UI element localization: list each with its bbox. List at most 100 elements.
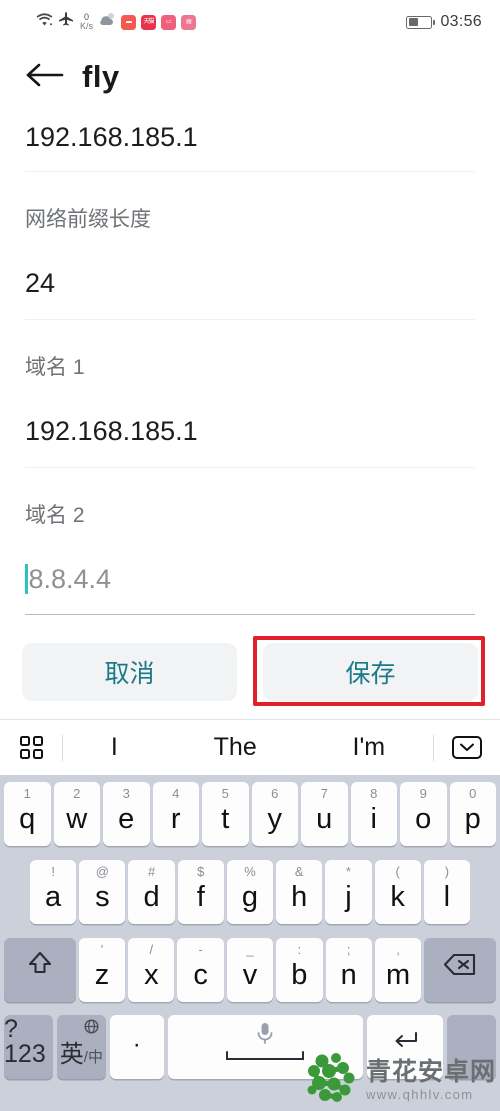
form-field-prefix-length[interactable]: 网络前缀长度 24 <box>0 172 500 297</box>
key-u[interactable]: 7u <box>301 782 348 846</box>
key-h[interactable]: & h <box>276 860 323 924</box>
prefix-length-value[interactable]: 24 <box>25 270 475 297</box>
key-o[interactable]: 9o <box>400 782 447 846</box>
key-label: i <box>370 803 377 835</box>
key-s[interactable]: @ s <box>79 860 126 924</box>
key-sub-label: 5 <box>221 786 229 801</box>
phone-screen: 0 K/s ▬ 天猫 ▭ ▤ 03:56 fly 192.168.185.1 网… <box>0 0 500 1111</box>
key-sub-label: & <box>294 864 304 879</box>
shift-icon <box>25 938 55 1002</box>
ip-address-value[interactable]: 192.168.185.1 <box>25 124 475 151</box>
key-label: c <box>193 959 208 991</box>
dns1-value[interactable]: 192.168.185.1 <box>25 418 475 445</box>
key-f[interactable]: $ f <box>177 860 224 924</box>
key-sub-label: ' <box>100 942 104 957</box>
suggestion-words: I The I'm <box>63 733 433 762</box>
shift-key[interactable] <box>3 938 76 1002</box>
airplane-mode-icon <box>58 11 74 33</box>
key-label: w <box>66 803 88 835</box>
suggestion-word-2[interactable]: The <box>214 733 257 762</box>
key-d[interactable]: # d <box>128 860 175 924</box>
key-v[interactable]: _ v <box>226 938 274 1002</box>
watermark-text: 青花安卓网 www.qhhlv.com <box>365 1058 496 1102</box>
app-badge-4: ▤ <box>181 14 197 30</box>
symbols-key[interactable]: ?123 <box>4 1015 53 1079</box>
app-badge-3: ▭ <box>161 14 177 30</box>
form-field-dns1[interactable]: 域名 1 192.168.185.1 <box>0 320 500 445</box>
form-field-ip-address[interactable]: 192.168.185.1 <box>0 110 500 171</box>
key-k[interactable]: (k <box>374 860 421 924</box>
network-speed-indicator: 0 K/s <box>80 13 93 31</box>
period-key[interactable]: · <box>109 1015 164 1079</box>
suggestion-word-3[interactable]: I'm <box>353 733 386 762</box>
active-field-divider <box>25 614 475 615</box>
key-i[interactable]: 8i <box>350 782 397 846</box>
key-sub-label: 2 <box>73 786 81 801</box>
grid-menu-icon[interactable] <box>0 736 62 759</box>
back-arrow-icon <box>25 61 65 94</box>
key-sub-label: 8 <box>370 786 378 801</box>
app-bar: fly <box>0 44 500 110</box>
save-button[interactable]: 保存 <box>263 643 478 701</box>
microphone-icon <box>225 1015 305 1079</box>
key-g[interactable]: % g <box>226 860 274 924</box>
key-b[interactable]: :b <box>276 938 323 1002</box>
key-label: m <box>385 959 411 991</box>
key-w[interactable]: 2w <box>53 782 100 846</box>
key-sub-label: 4 <box>172 786 180 801</box>
key-y[interactable]: 6y <box>251 782 298 846</box>
key-r[interactable]: 4r <box>152 782 199 846</box>
key-sub-label: ) <box>444 864 450 879</box>
back-button[interactable] <box>18 61 72 94</box>
form-field-dns2[interactable]: 域名 2 8.8.4.4 <box>0 468 500 594</box>
key-label: a <box>45 881 62 913</box>
key-sub-label: # <box>147 864 156 879</box>
battery-icon <box>406 15 436 29</box>
app-badge-2: 天猫 <box>141 14 157 30</box>
key-label: f <box>196 881 205 913</box>
key-sub-label: 9 <box>419 786 427 801</box>
language-switch-key[interactable]: 英/中 <box>56 1015 106 1079</box>
globe-icon <box>84 1019 99 1036</box>
watermark-site-name: 青花安卓网 <box>365 1058 496 1086</box>
app-badge-1: ▬ <box>121 14 137 30</box>
key-sub-label: : <box>297 942 302 957</box>
lang-secondary: /中 <box>83 1049 103 1066</box>
cancel-button[interactable]: 取消 <box>22 643 237 701</box>
text-cursor <box>25 564 28 594</box>
hide-keyboard-icon[interactable] <box>434 736 500 759</box>
key-label: j <box>345 881 352 913</box>
key-label: r <box>170 803 181 835</box>
keyboard-row-1: 1q 2w 3e 4r 5t 6y 7u 8i 9o 0p <box>0 775 500 853</box>
backspace-key[interactable] <box>424 938 497 1002</box>
key-sub-label: _ <box>246 942 254 957</box>
key-j[interactable]: * j <box>325 860 372 924</box>
key-z[interactable]: ' z <box>78 938 126 1002</box>
page-title: fly <box>82 59 120 94</box>
key-m[interactable]: ,m <box>374 938 422 1002</box>
key-sub-label: / <box>149 942 154 957</box>
key-label: v <box>242 959 258 991</box>
suggestion-word-1[interactable]: I <box>111 733 118 762</box>
key-t[interactable]: 5t <box>202 782 249 846</box>
weather-icon <box>98 12 116 32</box>
key-x[interactable]: / x <box>128 938 175 1002</box>
key-e[interactable]: 3e <box>103 782 150 846</box>
key-n[interactable]: ; n <box>325 938 372 1002</box>
key-label: s <box>95 881 110 913</box>
wifi-icon <box>36 12 53 32</box>
key-p[interactable]: 0p <box>449 782 496 846</box>
dns1-label: 域名 1 <box>25 356 85 379</box>
key-q[interactable]: 1q <box>4 782 51 846</box>
key-label: · <box>132 1031 141 1058</box>
status-bar: 0 K/s ▬ 天猫 ▭ ▤ 03:56 <box>0 0 500 44</box>
key-sub-label: , <box>396 942 400 957</box>
key-l[interactable]: ) l <box>423 860 470 924</box>
dns2-value[interactable]: 8.8.4.4 <box>29 565 112 593</box>
key-label: ?123 <box>4 1015 46 1068</box>
network-speed-unit: K/s <box>80 21 94 31</box>
key-c[interactable]: -c <box>177 938 224 1002</box>
key-label: t <box>221 803 230 835</box>
key-label: g <box>241 881 259 913</box>
key-a[interactable]: ! a <box>30 860 77 924</box>
